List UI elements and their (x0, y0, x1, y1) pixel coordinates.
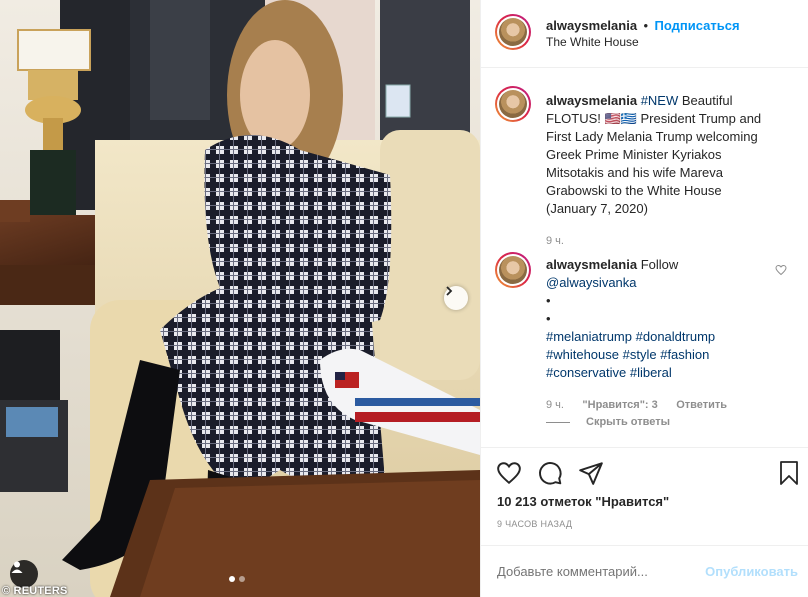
text-line: • (546, 310, 776, 328)
bookmark-icon[interactable] (777, 460, 801, 486)
user-icon (11, 561, 23, 573)
paper-plane-icon[interactable] (578, 460, 604, 486)
text-line: Mitsotakis and his wife Mareva (546, 164, 796, 182)
post-header: alwaysmelania • Подписаться The White Ho… (481, 0, 808, 68)
text-fragment: (January 7, 2020) (546, 201, 648, 216)
hashtag-link[interactable]: #donaldtrump (636, 329, 716, 344)
chevron-right-icon (446, 286, 453, 296)
post-details-panel: alwaysmelania • Подписаться The White Ho… (480, 0, 808, 597)
heart-icon[interactable] (496, 460, 522, 486)
text-fragment: Mitsotakis and his wife Mareva (546, 165, 724, 180)
comment-avatar[interactable] (495, 252, 531, 288)
caption-avatar[interactable] (495, 86, 531, 122)
post-timestamp[interactable]: 9 ЧАСОВ НАЗАД (497, 519, 572, 529)
text-fragment: Beautiful (678, 93, 733, 108)
reply-button[interactable]: Ответить (676, 399, 727, 411)
comment-meta: 9 ч. "Нравится": 3 Ответить (546, 395, 727, 413)
comment-input-divider (481, 545, 808, 546)
hashtag-link[interactable]: #style (623, 347, 657, 362)
header-separator: • (643, 18, 649, 33)
hashtag-link[interactable]: #whitehouse (546, 347, 619, 362)
comment-like-heart-icon[interactable] (775, 264, 787, 276)
hide-replies-button[interactable]: Скрыть ответы (546, 416, 670, 428)
carousel-next-button[interactable] (444, 286, 468, 310)
text-fragment: Grabowski to the White House (546, 183, 722, 198)
text-line: #whitehouse #style #fashion (546, 346, 776, 364)
mention-link[interactable]: @alwaysivanka (546, 275, 637, 290)
text-line: alwaysmelania Follow (546, 256, 776, 274)
caption-time: 9 ч. (546, 235, 564, 247)
photo-credit: © REUTERS (2, 585, 68, 597)
avatar[interactable] (495, 14, 531, 50)
hashtag-link[interactable]: #NEW (641, 93, 679, 108)
comment-text: alwaysmelania Follow @alwaysivanka • • #mela… (546, 256, 776, 382)
text-line: (January 7, 2020) (546, 200, 796, 218)
username-link[interactable]: alwaysmelania (546, 257, 637, 272)
caption: alwaysmelania #NEW Beautiful FLOTUS! 🇺🇸🇬🇷… (546, 92, 796, 218)
text-fragment: FLOTUS! 🇺🇸🇬🇷 President Trump and (546, 111, 762, 126)
comment-icon[interactable] (537, 460, 563, 486)
text-line: First Lady Melania Trump welcoming (546, 128, 796, 146)
text-fragment: • (546, 293, 551, 308)
comment-time: 9 ч. (546, 399, 564, 411)
add-comment-input[interactable] (497, 560, 697, 582)
reply-line-divider (546, 421, 570, 423)
text-line: @alwaysivanka (546, 274, 776, 292)
carousel-indicator (229, 576, 245, 582)
hashtag-link[interactable]: #fashion (660, 347, 709, 362)
carousel-dot-active (229, 576, 235, 582)
text-fragment: • (546, 311, 551, 326)
text-line: Grabowski to the White House (546, 182, 796, 200)
carousel-dot (239, 576, 245, 582)
post-photo[interactable]: © REUTERS (0, 0, 480, 597)
text-line: alwaysmelania #NEW Beautiful (546, 92, 796, 110)
comment: alwaysmelania Follow @alwaysivanka • • #mela… (546, 256, 776, 382)
photo-image (0, 0, 480, 597)
publish-button[interactable]: Опубликовать (705, 564, 798, 579)
follow-button[interactable]: Подписаться (655, 18, 740, 33)
hashtag-link[interactable]: #melaniatrump (546, 329, 632, 344)
text-fragment: First Lady Melania Trump welcoming (546, 129, 758, 144)
hashtag-link[interactable]: #conservative (546, 365, 626, 380)
hashtag-link[interactable]: #liberal (630, 365, 672, 380)
avatar-image (499, 18, 527, 46)
text-line: #melaniatrump #donaldtrump (546, 328, 776, 346)
comment-avatar-image (499, 256, 527, 284)
actions-divider (481, 447, 808, 448)
text-fragment: Follow (640, 257, 679, 272)
caption-text: alwaysmelania #NEW Beautiful FLOTUS! 🇺🇸🇬🇷… (546, 92, 796, 218)
text-line: #conservative #liberal (546, 364, 776, 382)
hide-replies-label: Скрыть ответы (586, 416, 670, 428)
comment-likes-button[interactable]: "Нравится": 3 (582, 399, 657, 411)
username-link[interactable]: alwaysmelania (546, 93, 637, 108)
caption-avatar-image (499, 90, 527, 118)
text-line: FLOTUS! 🇺🇸🇬🇷 President Trump and (546, 110, 796, 128)
tagged-users-button[interactable] (10, 560, 38, 588)
header-username[interactable]: alwaysmelania (546, 18, 637, 33)
likes-count[interactable]: 10 213 отметок "Нравится" (497, 494, 669, 509)
text-fragment: Greek Prime Minister Kyriakos (546, 147, 722, 162)
text-line: • (546, 292, 776, 310)
location-link[interactable]: The White House (546, 35, 639, 49)
text-line: Greek Prime Minister Kyriakos (546, 146, 796, 164)
